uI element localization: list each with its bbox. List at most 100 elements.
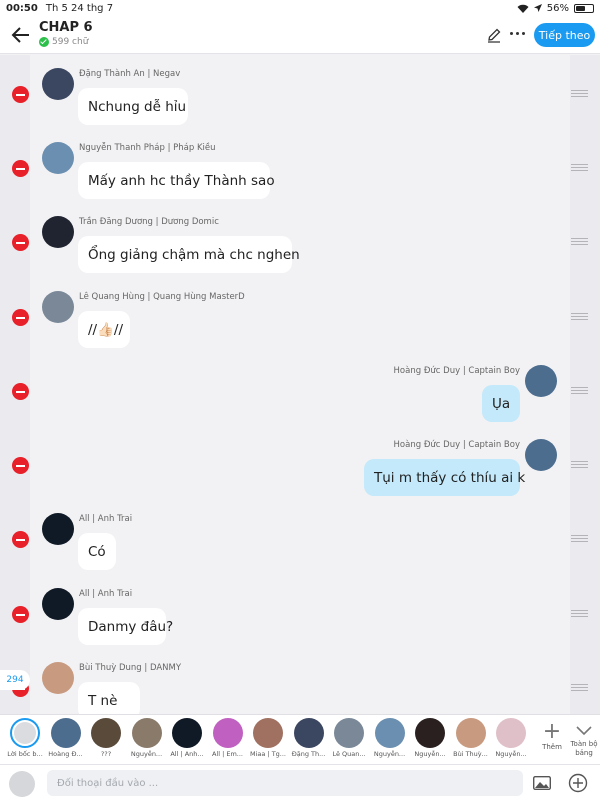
character-chip[interactable]: Lê Quan... bbox=[328, 718, 370, 758]
avatar bbox=[415, 718, 445, 748]
status-time: 00:50 bbox=[6, 2, 38, 14]
avatar[interactable] bbox=[42, 662, 74, 694]
avatar bbox=[131, 718, 162, 748]
character-chip[interactable]: Hoàng Đ... bbox=[45, 718, 87, 758]
sender-name: Hoàng Đức Duy | Captain Boy bbox=[393, 440, 520, 450]
app-header: CHAP 6 599 chữ Tiếp theo bbox=[0, 16, 600, 54]
delete-message-button[interactable] bbox=[12, 309, 29, 326]
battery-icon bbox=[574, 3, 594, 13]
wifi-icon bbox=[517, 4, 529, 13]
avatar bbox=[455, 718, 486, 748]
edit-pencil-icon[interactable] bbox=[486, 27, 502, 43]
character-label: ??? bbox=[100, 750, 112, 758]
drag-handle-icon[interactable] bbox=[571, 313, 588, 320]
message-bubble[interactable]: Tụi m thấy có thíu ai k bbox=[364, 459, 525, 496]
avatar[interactable] bbox=[525, 439, 557, 471]
show-all-label: Toàn bộ bảng bbox=[570, 740, 598, 757]
next-chapter-button[interactable]: Tiếp theo bbox=[534, 23, 595, 47]
chapter-title: CHAP 6 bbox=[39, 20, 93, 35]
character-label: Nguyễn... bbox=[130, 750, 163, 758]
drag-handle-icon[interactable] bbox=[571, 90, 588, 97]
character-label: Hoàng Đ... bbox=[48, 750, 83, 758]
character-chip[interactable]: Nguyễn... bbox=[409, 718, 451, 758]
chevron-down-icon bbox=[576, 726, 592, 736]
character-label: All | Em... bbox=[211, 750, 244, 758]
status-date: Th 5 24 thg 7 bbox=[45, 2, 114, 14]
avatar[interactable] bbox=[42, 68, 74, 100]
plus-icon: + bbox=[542, 719, 562, 744]
character-label: Đặng Th... bbox=[291, 750, 326, 758]
character-chip[interactable]: ??? bbox=[85, 718, 127, 758]
character-label: Nguyễn... bbox=[414, 750, 446, 758]
avatar[interactable] bbox=[42, 142, 74, 174]
avatar[interactable] bbox=[525, 365, 557, 397]
message-bubble[interactable]: Danmy đâu? bbox=[78, 608, 173, 645]
drag-handle-icon[interactable] bbox=[571, 535, 588, 542]
character-chip[interactable]: Nguyễn... bbox=[126, 718, 168, 758]
delete-message-button[interactable] bbox=[12, 234, 29, 251]
character-chip[interactable]: Lời bốc b... bbox=[4, 718, 46, 758]
add-circle-icon[interactable] bbox=[568, 773, 588, 793]
character-chip[interactable]: All | Anh... bbox=[166, 718, 208, 758]
sender-name: All | Anh Trai bbox=[79, 514, 133, 524]
character-chip[interactable]: Nguyễn... bbox=[490, 718, 532, 758]
show-all-button[interactable]: Toàn bộ bảng bbox=[568, 721, 600, 758]
image-icon[interactable] bbox=[533, 776, 551, 790]
battery-percent: 56% bbox=[546, 2, 569, 14]
character-label: Lê Quan... bbox=[332, 750, 366, 758]
sender-name: Bùi Thuỳ Dung | DANMY bbox=[79, 663, 182, 673]
scroll-count-badge[interactable]: 294 bbox=[0, 670, 30, 690]
avatar[interactable] bbox=[42, 291, 74, 323]
avatar bbox=[293, 718, 324, 748]
message-bubble[interactable]: //👍🏻// bbox=[78, 311, 130, 348]
delete-message-button[interactable] bbox=[12, 531, 29, 548]
back-arrow-icon[interactable] bbox=[10, 24, 32, 46]
avatar[interactable] bbox=[42, 513, 74, 545]
delete-message-button[interactable] bbox=[12, 86, 29, 103]
delete-message-button[interactable] bbox=[12, 457, 29, 474]
sender-name: Hoàng Đức Duy | Captain Boy bbox=[393, 366, 520, 376]
message-bubble[interactable]: Ổng giảng chậm mà chc nghen bbox=[78, 236, 300, 273]
avatar bbox=[50, 718, 81, 748]
add-character-button[interactable]: + Thêm bbox=[540, 719, 564, 752]
avatar[interactable] bbox=[42, 588, 74, 620]
character-label: Bùi Thuỳ... bbox=[453, 750, 488, 758]
more-options-icon[interactable] bbox=[510, 32, 525, 35]
character-label: Miaa | Tg... bbox=[250, 750, 286, 758]
avatar bbox=[91, 718, 121, 748]
word-count-label: 599 chữ bbox=[52, 37, 89, 47]
message-bubble[interactable]: Có bbox=[78, 533, 116, 570]
avatar bbox=[253, 718, 283, 748]
avatar[interactable] bbox=[42, 216, 74, 248]
message-input[interactable]: Đối thoại đầu vào ... bbox=[47, 770, 523, 796]
delete-message-button[interactable] bbox=[12, 160, 29, 177]
drag-handle-icon[interactable] bbox=[571, 164, 588, 171]
character-chip[interactable]: Đặng Th... bbox=[288, 718, 330, 758]
delete-message-button[interactable] bbox=[12, 606, 29, 623]
drag-handle-icon[interactable] bbox=[571, 610, 588, 617]
drag-handle-icon[interactable] bbox=[571, 387, 588, 394]
drag-handle-icon[interactable] bbox=[571, 461, 588, 468]
drag-handle-icon[interactable] bbox=[571, 684, 588, 691]
add-label: Thêm bbox=[542, 743, 562, 751]
message-bubble[interactable]: Nchung dễ hỉu bbox=[78, 88, 188, 125]
location-icon bbox=[533, 4, 542, 12]
character-chip[interactable]: Miaa | Tg... bbox=[247, 718, 289, 758]
sender-name: Nguyễn Thanh Pháp | Pháp Kiều bbox=[79, 143, 216, 153]
character-chip[interactable]: All | Em... bbox=[207, 718, 249, 758]
message-bubble[interactable]: Ụa bbox=[482, 385, 520, 422]
character-chip[interactable]: Bùi Thuỳ... bbox=[450, 718, 492, 758]
sender-name: All | Anh Trai bbox=[79, 589, 133, 599]
character-label: Nguyễn... bbox=[373, 750, 406, 758]
composer-bar: Đối thoại đầu vào ... bbox=[0, 764, 600, 800]
character-chip[interactable]: Nguyễn... bbox=[369, 718, 411, 758]
delete-message-button[interactable] bbox=[12, 383, 29, 400]
drag-handle-icon[interactable] bbox=[571, 238, 588, 245]
sender-name: Trần Đăng Dương | Dương Domic bbox=[79, 217, 219, 227]
message-bubble[interactable]: Mấy anh hc thầy Thành sao bbox=[78, 162, 275, 199]
status-bar: 00:50 Th 5 24 thg 7 56% bbox=[0, 0, 600, 16]
word-count: 599 chữ bbox=[39, 37, 88, 47]
avatar bbox=[172, 718, 202, 748]
narration-toggle-icon[interactable] bbox=[9, 771, 35, 797]
avatar bbox=[212, 718, 243, 748]
